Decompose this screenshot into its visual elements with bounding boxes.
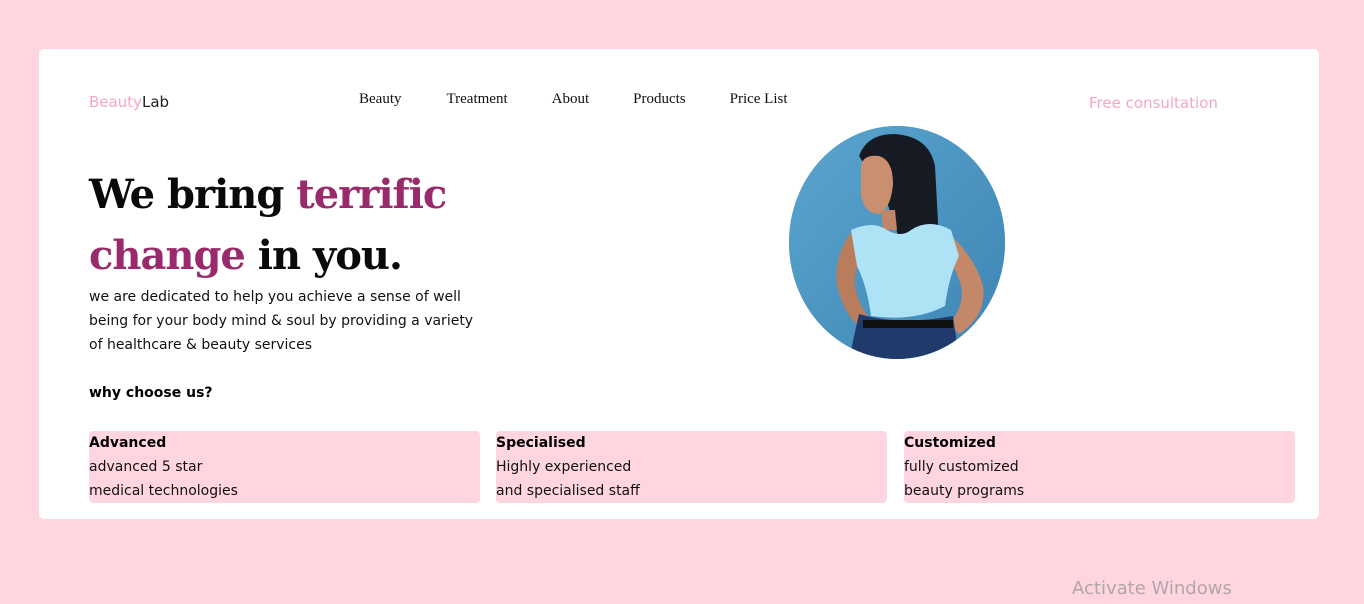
brand-logo[interactable]: BeautyLab	[89, 93, 169, 111]
headline-plain-2: in you.	[244, 232, 403, 279]
headline-accent-2: change	[89, 232, 246, 279]
headline-plain-1: We bring	[89, 171, 297, 218]
nav-item-products[interactable]: Products	[633, 91, 686, 108]
free-consultation-link[interactable]: Free consultation	[1089, 94, 1218, 112]
feature-line: and specialised staff	[496, 483, 640, 499]
nav-item-treatment[interactable]: Treatment	[447, 91, 508, 108]
feature-title: Customized	[904, 435, 996, 451]
woman-portrait-image	[789, 126, 1005, 359]
main-nav: Beauty Treatment About Products Price Li…	[359, 91, 788, 108]
feature-card-customized: Customized fully customized beauty progr…	[904, 431, 1295, 503]
nav-item-beauty[interactable]: Beauty	[359, 91, 402, 108]
nav-item-about[interactable]: About	[552, 91, 590, 108]
hero-description: we are dedicated to help you achieve a s…	[89, 289, 474, 353]
brand-logo-part1: Beauty	[89, 93, 142, 111]
why-choose-heading: why choose us?	[89, 385, 213, 401]
feature-title: Specialised	[496, 435, 586, 451]
brand-logo-part2: Lab	[141, 93, 170, 111]
main-card: BeautyLab Beauty Treatment About Product…	[39, 49, 1319, 519]
feature-card-advanced: Advanced advanced 5 star medical technol…	[89, 431, 480, 503]
feature-line: advanced 5 star	[89, 459, 203, 475]
feature-line: medical technologies	[89, 483, 238, 499]
feature-title: Advanced	[89, 435, 167, 451]
hero-headline: We bring terrific change in you.	[89, 164, 509, 286]
feature-line: fully customized	[904, 459, 1019, 475]
activate-windows-watermark: Activate Windows	[1072, 578, 1232, 599]
nav-item-price-list[interactable]: Price List	[730, 91, 788, 108]
headline-accent-1: terrific	[296, 171, 447, 218]
feature-card-specialised: Specialised Highly experienced and speci…	[496, 431, 887, 503]
feature-line: Highly experienced	[496, 459, 632, 475]
feature-line: beauty programs	[904, 483, 1025, 499]
features-row: Advanced advanced 5 star medical technol…	[89, 431, 1295, 503]
